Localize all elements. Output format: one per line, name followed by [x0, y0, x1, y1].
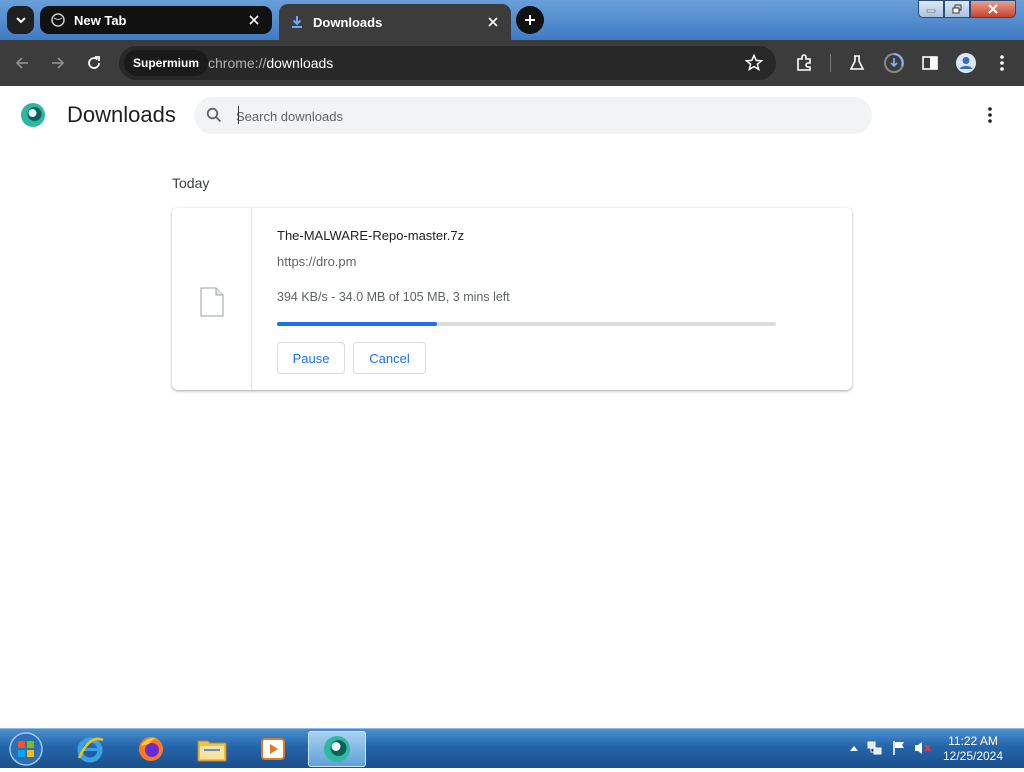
reload-button[interactable] [80, 49, 108, 77]
close-icon[interactable] [485, 14, 501, 30]
page-title: Downloads [67, 102, 176, 127]
volume-muted-icon[interactable] [914, 739, 932, 757]
tab-title: New Tab [74, 12, 127, 28]
clock-time: 11:22 AM [948, 734, 998, 748]
profile-avatar-icon[interactable] [954, 51, 978, 75]
arrow-left-icon [15, 57, 28, 69]
url-text[interactable]: chrome://downloads [208, 55, 333, 71]
download-source-url[interactable]: https://dro.pm [277, 254, 356, 269]
close-icon [988, 4, 998, 14]
pause-button[interactable]: Pause [277, 342, 345, 374]
page-menu-button[interactable] [980, 104, 1000, 126]
tab-new-tab[interactable]: New Tab [40, 6, 272, 34]
file-explorer-icon [197, 740, 227, 762]
window-close-button[interactable] [970, 0, 1016, 18]
bookmark-star-icon[interactable] [744, 53, 764, 73]
restore-icon [952, 4, 962, 14]
browser-menu-icon[interactable] [990, 51, 1014, 75]
download-item-card: The-MALWARE-Repo-master.7z https://dro.p… [172, 208, 852, 390]
search-input[interactable] [236, 105, 836, 127]
system-clock[interactable]: 11:22 AM 12/25/2024 [940, 734, 1006, 764]
supermium-logo-icon [20, 102, 46, 128]
network-icon[interactable] [866, 739, 884, 757]
toolbar-divider [830, 54, 831, 72]
tab-title: Downloads [313, 14, 383, 30]
tab-search-button[interactable] [7, 6, 34, 34]
back-button[interactable] [8, 49, 36, 77]
taskbar-file-explorer[interactable] [186, 731, 238, 767]
restore-button[interactable] [944, 0, 970, 18]
text-cursor [238, 106, 239, 124]
chevron-down-icon [15, 17, 26, 24]
browser-chip[interactable]: Supermium [124, 50, 209, 76]
taskbar-internet-explorer[interactable] [64, 731, 116, 767]
download-status: 394 KB/s - 34.0 MB of 105 MB, 3 mins lef… [277, 290, 510, 304]
downloads-progress-icon[interactable] [882, 51, 906, 75]
extensions-icon[interactable] [792, 51, 816, 75]
firefox-icon [139, 737, 163, 761]
media-player-icon [261, 738, 285, 760]
side-panel-icon[interactable] [918, 51, 942, 75]
chevron-up-icon [850, 746, 858, 751]
windows-logo-icon [9, 732, 43, 766]
file-icon [200, 287, 224, 322]
globe-icon [50, 12, 66, 28]
internet-explorer-icon [77, 737, 104, 763]
search-icon [206, 107, 222, 128]
arrow-right-icon [52, 57, 65, 69]
show-hidden-icons-button[interactable] [845, 739, 863, 757]
window-controls [918, 0, 1016, 18]
start-button[interactable] [6, 731, 46, 767]
file-icon-column [172, 208, 252, 390]
taskbar-supermium[interactable] [308, 731, 366, 767]
plus-icon [525, 15, 535, 25]
browser-toolbar: Supermium chrome://downloads [0, 40, 1024, 86]
clock-date: 12/25/2024 [942, 749, 1004, 763]
taskbar-media-player[interactable] [247, 731, 299, 767]
close-icon[interactable] [246, 12, 262, 28]
supermium-icon [324, 736, 350, 762]
minimize-button[interactable] [918, 0, 944, 18]
date-section-heading: Today [172, 175, 210, 191]
download-progress-bar [277, 322, 776, 326]
labs-flask-icon[interactable] [845, 51, 869, 75]
download-icon [289, 14, 305, 30]
minimize-icon [926, 9, 936, 13]
cancel-button[interactable]: Cancel [353, 342, 426, 374]
address-bar[interactable]: Supermium chrome://downloads [119, 46, 776, 80]
search-bar [194, 97, 872, 134]
download-progress-fill [277, 322, 437, 326]
action-center-flag-icon[interactable] [890, 739, 908, 757]
url-path: downloads [266, 55, 334, 71]
url-scheme: chrome:// [208, 55, 267, 71]
tab-strip: New Tab Downloads [0, 0, 1024, 40]
windows-taskbar: 11:22 AM 12/25/2024 [0, 728, 1024, 768]
reload-icon [88, 56, 100, 69]
new-tab-button[interactable] [516, 6, 544, 34]
taskbar-firefox[interactable] [125, 731, 177, 767]
more-vert-icon [988, 107, 992, 123]
download-filename[interactable]: The-MALWARE-Repo-master.7z [277, 228, 464, 243]
tab-downloads[interactable]: Downloads [279, 4, 511, 40]
forward-button[interactable] [44, 49, 72, 77]
